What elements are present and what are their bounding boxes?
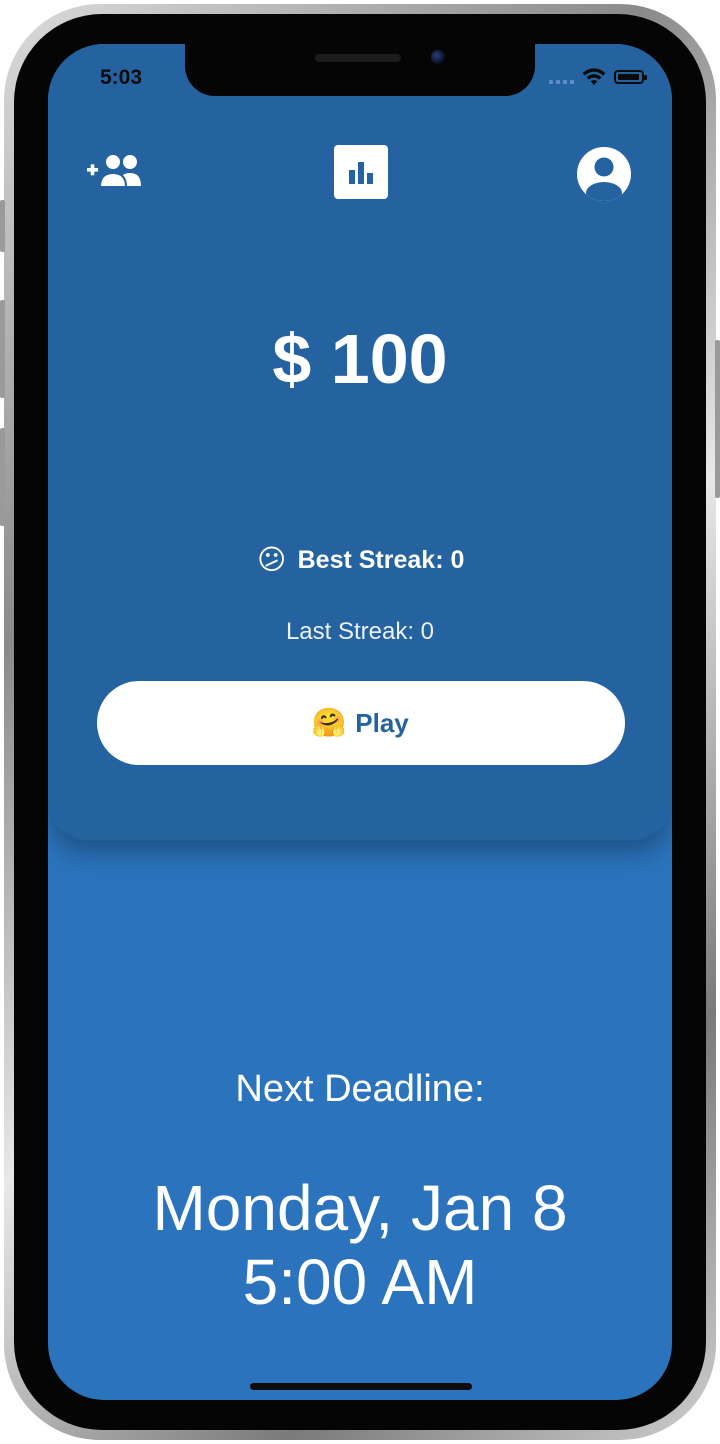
status-time: 5:03 — [100, 66, 143, 89]
balance-amount: $ 100 — [272, 320, 448, 398]
front-camera — [431, 50, 445, 64]
play-button[interactable]: 🤗 Play — [97, 681, 625, 765]
power-button — [715, 340, 720, 498]
app-screen: 5:03 $ 100 😕 Best Streak: 0 Last Streak:… — [48, 44, 672, 1400]
account-circle-icon — [577, 147, 631, 201]
battery-icon — [614, 70, 647, 84]
deadline-time: 5:00 AM — [242, 1245, 478, 1318]
last-streak-label: Last Streak: 0 — [285, 618, 435, 645]
volume-up-button — [0, 300, 5, 398]
deadline-datetime: Monday, Jan 8 5:00 AM — [48, 1172, 672, 1319]
deadline-date: Monday, Jan 8 — [152, 1172, 568, 1244]
best-streak-label: Best Streak: 0 — [297, 545, 465, 574]
status-indicators — [549, 68, 647, 86]
silent-switch — [0, 200, 5, 252]
notch — [185, 44, 535, 96]
bar-chart-icon — [349, 162, 373, 184]
add-friends-icon — [87, 153, 141, 188]
next-deadline-label: Next Deadline: — [235, 1068, 485, 1110]
summary-card: $ 100 😕 Best Streak: 0 Last Streak: 0 🤗 … — [48, 44, 672, 840]
stats-button[interactable] — [334, 145, 388, 199]
volume-down-button — [0, 428, 5, 526]
wifi-icon — [582, 68, 606, 85]
speaker-grille — [315, 54, 401, 62]
add-friends-button[interactable] — [84, 148, 150, 196]
confused-face-icon: 😕 — [257, 543, 287, 576]
cellular-signal-icon — [549, 70, 574, 84]
profile-button[interactable] — [576, 146, 632, 202]
play-button-label: Play — [355, 707, 409, 738]
best-streak-row: 😕 Best Streak: 0 — [48, 544, 672, 576]
home-indicator[interactable] — [250, 1383, 472, 1390]
hugging-face-icon: 🤗 — [311, 706, 347, 739]
